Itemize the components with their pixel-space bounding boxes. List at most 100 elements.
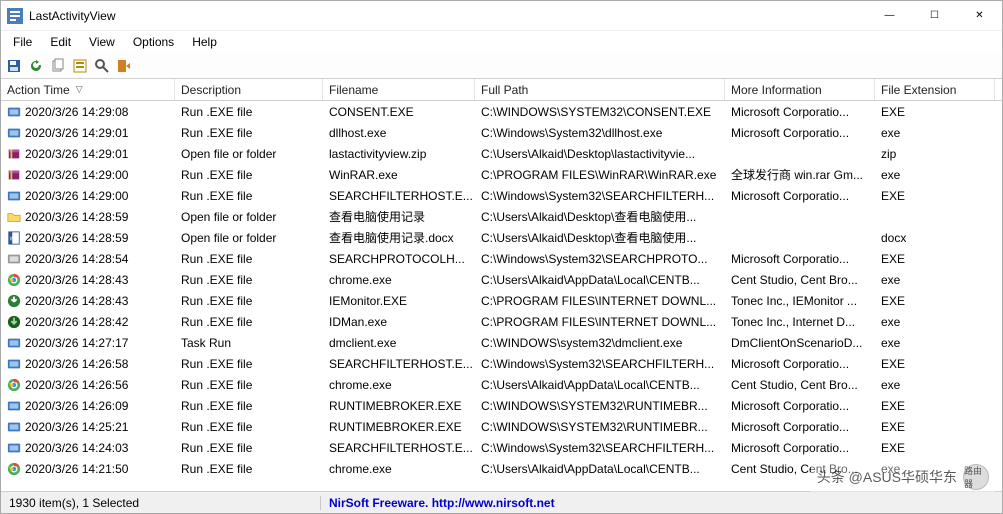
cell-file: chrome.exe <box>323 378 475 392</box>
cell-desc: Run .EXE file <box>175 315 323 329</box>
cell-ext: EXE <box>875 105 995 119</box>
close-button[interactable]: ✕ <box>957 1 1002 31</box>
app-icon <box>7 8 23 24</box>
cell-more: Cent Studio, Cent Bro... <box>725 462 875 476</box>
col-file-ext[interactable]: File Extension <box>875 79 995 100</box>
cell-file: lastactivityview.zip <box>323 147 475 161</box>
row-icon: W <box>7 231 21 245</box>
cell-ext: EXE <box>875 189 995 203</box>
menu-help[interactable]: Help <box>184 33 225 51</box>
cell-file: CONSENT.EXE <box>323 105 475 119</box>
refresh-icon[interactable] <box>27 57 45 75</box>
cell-file: IEMonitor.EXE <box>323 294 475 308</box>
table-row[interactable]: 2020/3/26 14:26:09Run .EXE fileRUNTIMEBR… <box>1 395 1002 416</box>
cell-file: 查看电脑使用记录 <box>323 208 475 225</box>
cell-desc: Run .EXE file <box>175 399 323 413</box>
table-row[interactable]: 2020/3/26 14:28:43Run .EXE fileIEMonitor… <box>1 290 1002 311</box>
table-row[interactable]: 2020/3/26 14:24:03Run .EXE fileSEARCHFIL… <box>1 437 1002 458</box>
column-headers: Action Time▽ Description Filename Full P… <box>1 79 1002 101</box>
col-action-time[interactable]: Action Time▽ <box>1 79 175 100</box>
cell-path: C:\PROGRAM FILES\INTERNET DOWNL... <box>475 315 725 329</box>
cell-path: C:\PROGRAM FILES\WinRAR\WinRAR.exe <box>475 168 725 182</box>
cell-path: C:\WINDOWS\system32\dmclient.exe <box>475 336 725 350</box>
cell-time: 2020/3/26 14:28:43 <box>25 273 128 287</box>
cell-more: Cent Studio, Cent Bro... <box>725 273 875 287</box>
row-icon <box>7 399 21 413</box>
cell-path: C:\WINDOWS\SYSTEM32\CONSENT.EXE <box>475 105 725 119</box>
copy-icon[interactable] <box>49 57 67 75</box>
table-row[interactable]: 2020/3/26 14:28:54Run .EXE fileSEARCHPRO… <box>1 248 1002 269</box>
cell-path: C:\Windows\System32\SEARCHPROTO... <box>475 252 725 266</box>
row-icon <box>7 147 21 161</box>
cell-ext: EXE <box>875 252 995 266</box>
table-row[interactable]: 2020/3/26 14:28:59Open file or folder查看电… <box>1 206 1002 227</box>
cell-ext: EXE <box>875 294 995 308</box>
menu-options[interactable]: Options <box>125 33 182 51</box>
cell-ext: exe <box>875 378 995 392</box>
cell-path: C:\Users\Alkaid\Desktop\查看电脑使用... <box>475 208 725 225</box>
cell-path: C:\Users\Alkaid\AppData\Local\CENTB... <box>475 462 725 476</box>
cell-desc: Run .EXE file <box>175 168 323 182</box>
cell-more: Microsoft Corporatio... <box>725 252 875 266</box>
cell-path: C:\WINDOWS\SYSTEM32\RUNTIMEBR... <box>475 420 725 434</box>
row-icon <box>7 462 21 476</box>
cell-desc: Run .EXE file <box>175 462 323 476</box>
table-row[interactable]: 2020/3/26 14:29:01Open file or folderlas… <box>1 143 1002 164</box>
row-icon <box>7 315 21 329</box>
table-row[interactable]: 2020/3/26 14:29:00 Run .EXE fileSEARCHFIL… <box>1 185 1002 206</box>
maximize-button[interactable]: ☐ <box>912 1 957 31</box>
table-row[interactable]: 2020/3/26 14:28:43Run .EXE filechrome.ex… <box>1 269 1002 290</box>
cell-time: 2020/3/26 14:29:08 <box>25 105 128 119</box>
table-row[interactable]: 2020/3/26 14:21:50Run .EXE filechrome.ex… <box>1 458 1002 479</box>
properties-icon[interactable] <box>71 57 89 75</box>
table-row[interactable]: 2020/3/26 14:29:00Run .EXE fileWinRAR.ex… <box>1 164 1002 185</box>
cell-time: 2020/3/26 14:28:42 <box>25 315 128 329</box>
status-link[interactable]: NirSoft Freeware. http://www.nirsoft.net <box>321 496 563 510</box>
cell-desc: Run .EXE file <box>175 441 323 455</box>
col-full-path[interactable]: Full Path <box>475 79 725 100</box>
menu-file[interactable]: File <box>5 33 40 51</box>
table-row[interactable]: 2020/3/26 14:27:17Task Rundmclient.exeC:… <box>1 332 1002 353</box>
cell-desc: Run .EXE file <box>175 189 323 203</box>
cell-time: 2020/3/26 14:24:03 <box>25 441 128 455</box>
cell-ext: docx <box>875 231 995 245</box>
menu-edit[interactable]: Edit <box>42 33 79 51</box>
window-title: LastActivityView <box>29 9 115 23</box>
table-row[interactable]: 2020/3/26 14:29:08Run .EXE fileCONSENT.E… <box>1 101 1002 122</box>
cell-ext: exe <box>875 168 995 182</box>
cell-time: 2020/3/26 14:21:50 <box>25 462 128 476</box>
cell-more: Tonec Inc., IEMonitor ... <box>725 294 875 308</box>
cell-path: C:\Users\Alkaid\Desktop\查看电脑使用... <box>475 229 725 246</box>
list-body[interactable]: 2020/3/26 14:29:08 Run .EXE file CONSENT.E… <box>1 101 1002 491</box>
cell-more: Microsoft Corporatio... <box>725 189 875 203</box>
col-more-info[interactable]: More Information <box>725 79 875 100</box>
cell-desc: Open file or folder <box>175 147 323 161</box>
row-icon <box>7 252 21 266</box>
table-row[interactable]: 2020/3/26 14:25:21Run .EXE fileRUNTIMEBR… <box>1 416 1002 437</box>
table-row[interactable]: 2020/3/26 14:28:42Run .EXE fileIDMan.exe… <box>1 311 1002 332</box>
cell-more: Microsoft Corporatio... <box>725 105 875 119</box>
menu-view[interactable]: View <box>81 33 123 51</box>
cell-ext: exe <box>875 273 995 287</box>
find-icon[interactable] <box>93 57 111 75</box>
save-icon[interactable] <box>5 57 23 75</box>
row-icon <box>7 294 21 308</box>
col-description[interactable]: Description <box>175 79 323 100</box>
cell-file: chrome.exe <box>323 273 475 287</box>
table-row[interactable]: 2020/3/26 14:26:58Run .EXE fileSEARCHFIL… <box>1 353 1002 374</box>
cell-time: 2020/3/26 14:29:00 <box>25 189 128 203</box>
table-row[interactable]: 2020/3/26 14:29:01Run .EXE filedllhost.e… <box>1 122 1002 143</box>
cell-file: SEARCHFILTERHOST.E... <box>323 189 475 203</box>
cell-more: Microsoft Corporatio... <box>725 126 875 140</box>
table-row[interactable]: 2020/3/26 14:26:56Run .EXE filechrome.ex… <box>1 374 1002 395</box>
cell-ext: exe <box>875 462 995 476</box>
cell-time: 2020/3/26 14:26:58 <box>25 357 128 371</box>
cell-file: SEARCHFILTERHOST.E... <box>323 357 475 371</box>
cell-file: RUNTIMEBROKER.EXE <box>323 399 475 413</box>
col-filename[interactable]: Filename <box>323 79 475 100</box>
minimize-button[interactable]: — <box>867 1 912 31</box>
cell-desc: Run .EXE file <box>175 294 323 308</box>
exit-icon[interactable] <box>115 57 133 75</box>
table-row[interactable]: W2020/3/26 14:28:59Open file or folder查看… <box>1 227 1002 248</box>
cell-ext: exe <box>875 126 995 140</box>
